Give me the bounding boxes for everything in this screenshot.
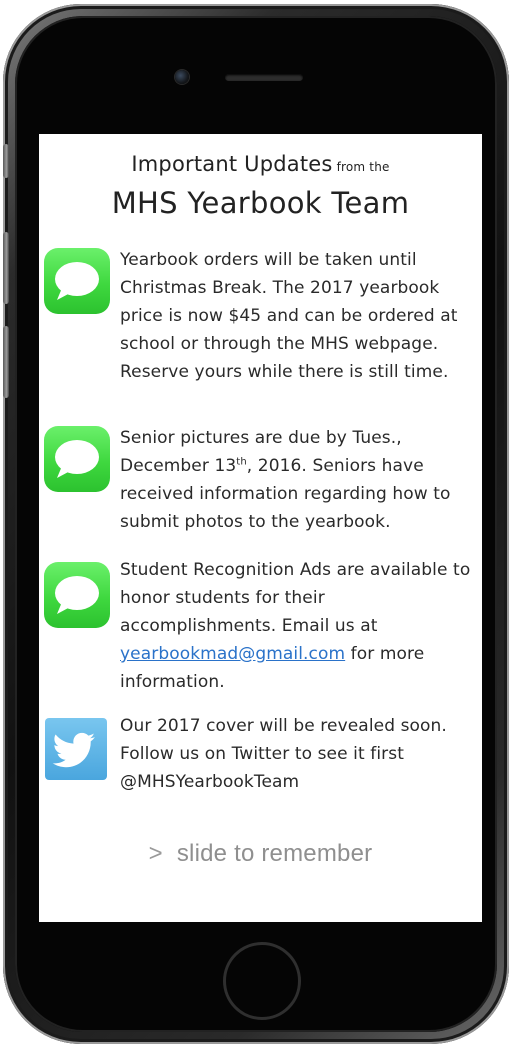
header-title-small: from the [336,160,390,174]
email-link[interactable]: yearbookmad@gmail.com [120,644,345,664]
volume-up-button [3,232,9,304]
lock-screen: Important Updates from the MHS Yearbook T… [39,134,482,922]
twitter-icon [45,718,107,780]
earpiece-speaker [225,74,303,81]
header-title-main: Important Updates [131,152,333,176]
chevron-right-icon: > [148,840,163,867]
messages-icon [44,426,110,492]
notification-text-part: Student Recognition Ads are available to… [120,560,471,636]
slide-to-unlock[interactable]: > slide to remember [39,840,482,868]
messages-icon [44,248,110,314]
notification-text: Our 2017 cover will be revealed soon. Fo… [120,716,447,792]
front-camera-icon [175,70,189,84]
header-title: Important Updates from the [39,152,482,176]
notification-text: Student Recognition Ads are available to… [120,556,480,696]
notification-text: Yearbook orders will be taken until Chri… [120,250,458,382]
header-team-name: MHS Yearbook Team [111,186,410,220]
messages-icon [44,562,110,628]
home-button[interactable] [223,942,301,1020]
slide-label: slide to remember [176,840,373,867]
notification-text: Senior pictures are due by Tues., Decemb… [120,424,480,536]
mute-switch [3,144,9,178]
volume-down-button [3,326,9,398]
date-suffix: th [236,456,247,468]
